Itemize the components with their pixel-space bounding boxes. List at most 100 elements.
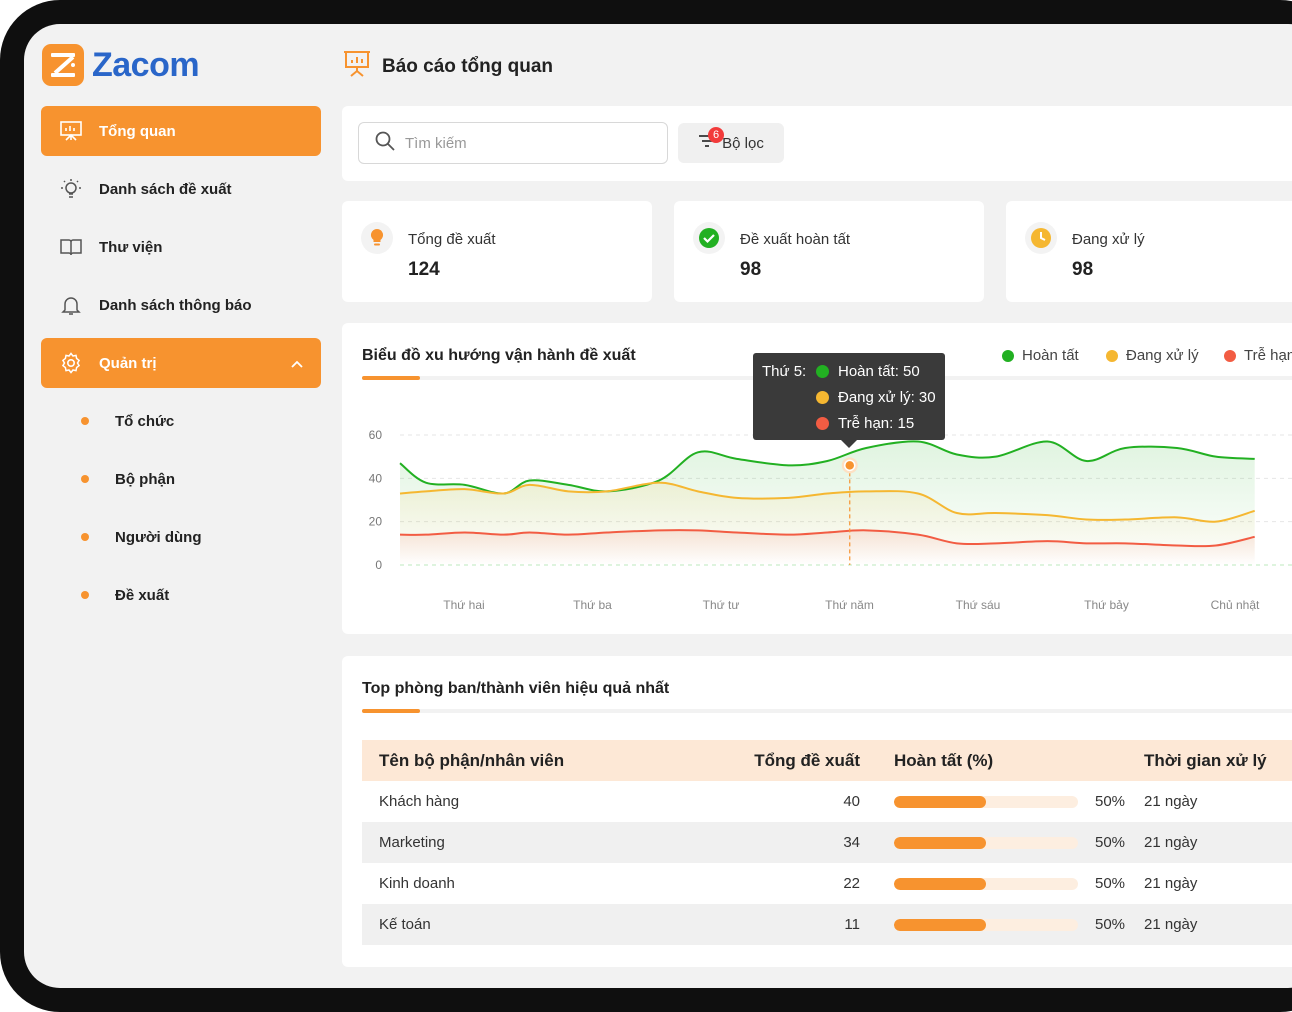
department-name: Kinh doanh bbox=[379, 875, 455, 892]
filter-button[interactable]: 6 Bộ lọc bbox=[678, 123, 784, 163]
legend-dot bbox=[816, 365, 829, 378]
search-icon bbox=[375, 131, 395, 155]
sidebar-item-proposals[interactable]: Danh sách đề xuất bbox=[41, 164, 321, 214]
stat-card-processing: Đang xử lý 98 bbox=[1006, 201, 1292, 302]
completion-percent: 50% bbox=[1095, 793, 1126, 810]
chevron-up-icon bbox=[291, 355, 303, 372]
completion-bar-fill bbox=[894, 918, 986, 931]
bullet-icon bbox=[81, 417, 89, 425]
search-input[interactable]: Tìm kiếm bbox=[358, 122, 668, 164]
chart-tooltip: Thứ 5: Hoàn tất: 50 Đang xử lý: 30 Trễ h… bbox=[753, 353, 945, 448]
sidebar-subitem-label: Người dùng bbox=[115, 528, 202, 546]
check-circle-icon bbox=[693, 222, 725, 254]
stat-value: 124 bbox=[408, 259, 440, 280]
sidebar-group-admin[interactable]: Quản trị bbox=[41, 338, 321, 388]
sidebar-item-overview[interactable]: Tổng quan bbox=[41, 106, 321, 156]
processing-time: 21 ngày bbox=[1144, 875, 1198, 892]
department-name: Marketing bbox=[362, 822, 734, 863]
total-proposals: 11 bbox=[734, 904, 874, 945]
completion-percent: 50% bbox=[1095, 834, 1126, 851]
sidebar-subitem-label: Đề xuất bbox=[115, 586, 170, 604]
tooltip-text: Hoàn tất: 50 bbox=[838, 363, 920, 380]
sidebar-subitem-proposals[interactable]: Đề xuất bbox=[41, 570, 321, 620]
processing-time: 21 ngày bbox=[1144, 793, 1198, 810]
table-row[interactable]: Khách hàng 40 50% 21 ngày bbox=[362, 781, 1292, 822]
sidebar-item-label: Danh sách thông báo bbox=[99, 296, 252, 314]
bullet-icon bbox=[81, 533, 89, 541]
stat-card-completed: Đề xuất hoàn tất 98 bbox=[674, 201, 984, 302]
completion-cell: 50% bbox=[874, 863, 1138, 904]
processing-time: 21 ngày bbox=[1138, 904, 1292, 945]
stat-label: Đang xử lý bbox=[1072, 231, 1145, 248]
tooltip-row-processing: Đang xử lý: 30 bbox=[816, 389, 936, 406]
sidebar-subitem-label: Bộ phận bbox=[115, 470, 175, 488]
presentation-icon bbox=[59, 119, 83, 143]
tooltip-day: Thứ 5: bbox=[762, 363, 807, 380]
stat-label: Tổng đề xuất bbox=[408, 231, 496, 248]
y-tick-label: 40 bbox=[369, 471, 383, 485]
completion-bar bbox=[894, 836, 1078, 849]
lightbulb-icon bbox=[59, 177, 83, 201]
x-tick-label: Thứ sáu bbox=[956, 598, 1001, 612]
completion-bar bbox=[894, 795, 1078, 808]
completion-bar-fill bbox=[894, 795, 986, 808]
table-row[interactable]: Kế toán 11 50% 21 ngày bbox=[362, 904, 1292, 945]
legend-dot bbox=[816, 417, 829, 430]
total-proposals: 40 bbox=[843, 793, 860, 810]
completion-bar bbox=[894, 877, 1078, 890]
search-panel: Tìm kiếm 6 Bộ lọc bbox=[342, 106, 1292, 181]
table-row[interactable]: Kinh doanh 22 50% 21 ngày bbox=[362, 863, 1292, 904]
sidebar-item-notifications[interactable]: Danh sách thông báo bbox=[41, 280, 321, 330]
total-proposals: 22 bbox=[843, 875, 860, 892]
processing-time: 21 ngày bbox=[1138, 822, 1292, 863]
bullet-icon bbox=[81, 475, 89, 483]
y-tick-label: 20 bbox=[369, 515, 383, 529]
sidebar-subitem-users[interactable]: Người dùng bbox=[41, 512, 321, 562]
completion-cell: 50% bbox=[874, 822, 1138, 863]
tooltip-text: Trễ hạn: 15 bbox=[838, 415, 915, 432]
bell-icon bbox=[59, 293, 83, 317]
y-tick-label: 60 bbox=[369, 428, 383, 442]
lightbulb-icon bbox=[361, 222, 393, 254]
bullet-icon bbox=[81, 591, 89, 599]
tooltip-row-done: Hoàn tất: 50 bbox=[816, 363, 920, 380]
sidebar-subitem-department[interactable]: Bộ phận bbox=[41, 454, 321, 504]
completion-bar bbox=[894, 918, 1078, 931]
sidebar-subitem-organization[interactable]: Tổ chức bbox=[41, 396, 321, 446]
top-departments-table: Tên bộ phận/nhân viên Tổng đề xuất Hoàn … bbox=[362, 740, 1292, 945]
sidebar-group-label: Quản trị bbox=[99, 354, 157, 372]
column-header[interactable]: Tên bộ phận/nhân viên bbox=[362, 740, 734, 781]
table-title: Top phòng ban/thành viên hiệu quả nhất bbox=[362, 680, 670, 697]
highlight-marker bbox=[844, 459, 856, 472]
x-tick-label: Thứ ba bbox=[573, 598, 612, 612]
x-tick-label: Chủ nhật bbox=[1211, 598, 1260, 612]
table-row[interactable]: Marketing 34 50% 21 ngày bbox=[362, 822, 1292, 863]
department-name: Khách hàng bbox=[379, 793, 460, 810]
sidebar-item-label: Thư viện bbox=[99, 238, 163, 256]
sidebar-item-library[interactable]: Thư viện bbox=[41, 222, 321, 272]
completion-bar-fill bbox=[894, 877, 986, 890]
y-tick-label: 0 bbox=[375, 558, 382, 572]
x-tick-label: Thứ bảy bbox=[1084, 598, 1129, 612]
sidebar-subitem-label: Tổ chức bbox=[115, 412, 175, 430]
x-tick-label: Thứ năm bbox=[825, 598, 874, 612]
search-placeholder: Tìm kiếm bbox=[405, 134, 467, 152]
book-icon bbox=[59, 235, 83, 259]
completion-cell: 50% bbox=[874, 904, 1138, 945]
clock-icon bbox=[1025, 222, 1057, 254]
trend-chart-panel: Biểu đồ xu hướng vận hành đề xuất Hoàn t… bbox=[342, 323, 1292, 634]
brand-logo[interactable]: Zacom bbox=[42, 44, 200, 86]
sidebar-item-label: Tổng quan bbox=[99, 122, 176, 140]
completion-cell: 50% bbox=[874, 781, 1138, 822]
brand-name: Zacom bbox=[92, 45, 200, 84]
top-departments-panel: Top phòng ban/thành viên hiệu quả nhất T… bbox=[342, 656, 1292, 967]
column-header[interactable]: Thời gian xử lý bbox=[1138, 740, 1292, 781]
column-header[interactable]: Tổng đề xuất bbox=[734, 740, 874, 781]
column-header[interactable]: Hoàn tất (%) bbox=[874, 740, 1138, 781]
sidebar-item-label: Danh sách đề xuất bbox=[99, 180, 232, 198]
tooltip-text: Đang xử lý: 30 bbox=[838, 389, 936, 406]
stat-card-total: Tổng đề xuất 124 bbox=[342, 201, 652, 302]
sidebar-nav: Tổng quan Danh sách đề xuất Thư viện Dan… bbox=[41, 106, 321, 628]
page-title: Báo cáo tổng quan bbox=[382, 55, 553, 77]
title-underline bbox=[362, 709, 1292, 713]
